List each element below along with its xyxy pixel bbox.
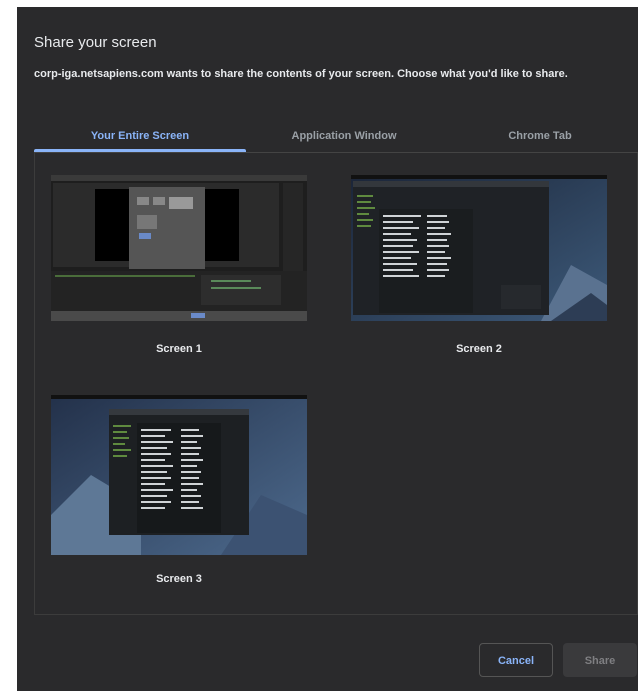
screen-2-thumbnail [351,175,607,321]
screen-1-label: Screen 1 [156,343,202,355]
dialog-actions: Cancel Share [17,627,638,691]
screen-2-label: Screen 2 [456,343,502,355]
tab-application-window[interactable]: Application Window [246,121,442,151]
share-button[interactable]: Share [563,643,637,677]
source-tabs: Your Entire Screen Application Window Ch… [34,121,638,152]
share-screen-dialog: Share your screen corp-iga.netsapiens.co… [17,7,638,691]
dialog-title: Share your screen [34,34,157,51]
screen-1-thumbnail [51,175,307,321]
screen-3-thumbnail [51,395,307,555]
source-grid: Screen 1 Screen 2 Screen 3 [34,153,638,615]
cancel-button[interactable]: Cancel [479,643,553,677]
dialog-description: corp-iga.netsapiens.com wants to share t… [34,68,568,80]
tab-chrome-tab[interactable]: Chrome Tab [442,121,638,151]
tab-entire-screen[interactable]: Your Entire Screen [34,121,246,151]
screen-3-label: Screen 3 [156,573,202,585]
